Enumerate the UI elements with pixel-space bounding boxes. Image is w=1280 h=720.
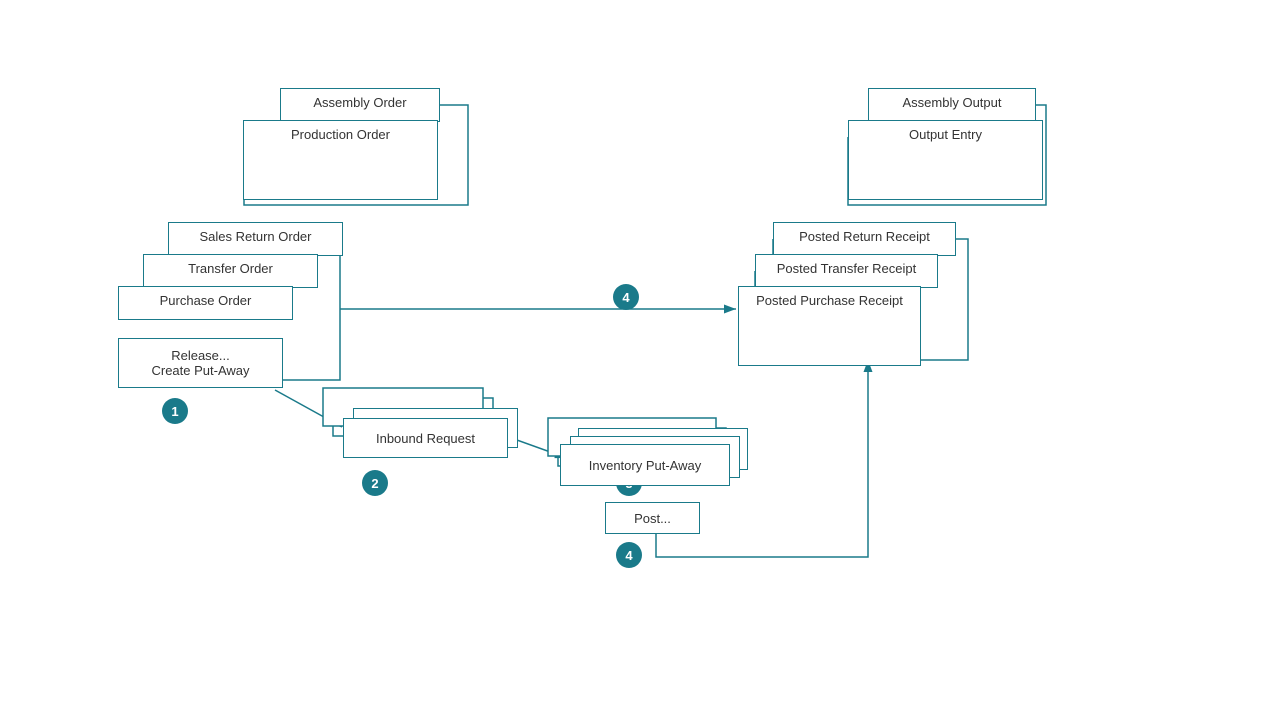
- badge-4a: 4: [613, 284, 639, 310]
- inventory-putaway-label: Inventory Put-Away: [589, 458, 701, 473]
- badge-1: 1: [162, 398, 188, 424]
- output-entry-box: Output Entry: [848, 120, 1043, 200]
- sales-return-order-box: Sales Return Order: [168, 222, 343, 256]
- posted-transfer-receipt-label: Posted Transfer Receipt: [777, 261, 916, 276]
- assembly-output-box: Assembly Output: [868, 88, 1036, 122]
- post-button-box[interactable]: Post...: [605, 502, 700, 534]
- posted-return-receipt-box: Posted Return Receipt: [773, 222, 956, 256]
- badge-2: 2: [362, 470, 388, 496]
- posted-purchase-receipt-box: Posted Purchase Receipt: [738, 286, 921, 366]
- post-button-label: Post...: [634, 511, 671, 526]
- inventory-putaway-box: Inventory Put-Away: [560, 444, 730, 486]
- posted-purchase-receipt-label: Posted Purchase Receipt: [756, 293, 903, 308]
- transfer-order-label: Transfer Order: [188, 261, 273, 276]
- badge-4b: 4: [616, 542, 642, 568]
- output-entry-label: Output Entry: [909, 127, 982, 142]
- transfer-order-box: Transfer Order: [143, 254, 318, 288]
- release-create-box: Release... Create Put-Away: [118, 338, 283, 388]
- release-label: Release...: [171, 348, 230, 363]
- inbound-request-label: Inbound Request: [376, 431, 475, 446]
- production-order-box: Production Order: [243, 120, 438, 200]
- production-order-label: Production Order: [291, 127, 390, 142]
- diagram-container: Assembly Order Production Order Assembly…: [0, 0, 1280, 720]
- posted-transfer-receipt-box: Posted Transfer Receipt: [755, 254, 938, 288]
- posted-return-receipt-label: Posted Return Receipt: [799, 229, 930, 244]
- create-putaway-label: Create Put-Away: [151, 363, 249, 378]
- assembly-output-label: Assembly Output: [903, 95, 1002, 110]
- purchase-order-label: Purchase Order: [160, 293, 252, 308]
- assembly-order-label: Assembly Order: [313, 95, 406, 110]
- sales-return-order-label: Sales Return Order: [200, 229, 312, 244]
- inbound-request-box: Inbound Request: [343, 418, 508, 458]
- purchase-order-box: Purchase Order: [118, 286, 293, 320]
- assembly-order-box: Assembly Order: [280, 88, 440, 122]
